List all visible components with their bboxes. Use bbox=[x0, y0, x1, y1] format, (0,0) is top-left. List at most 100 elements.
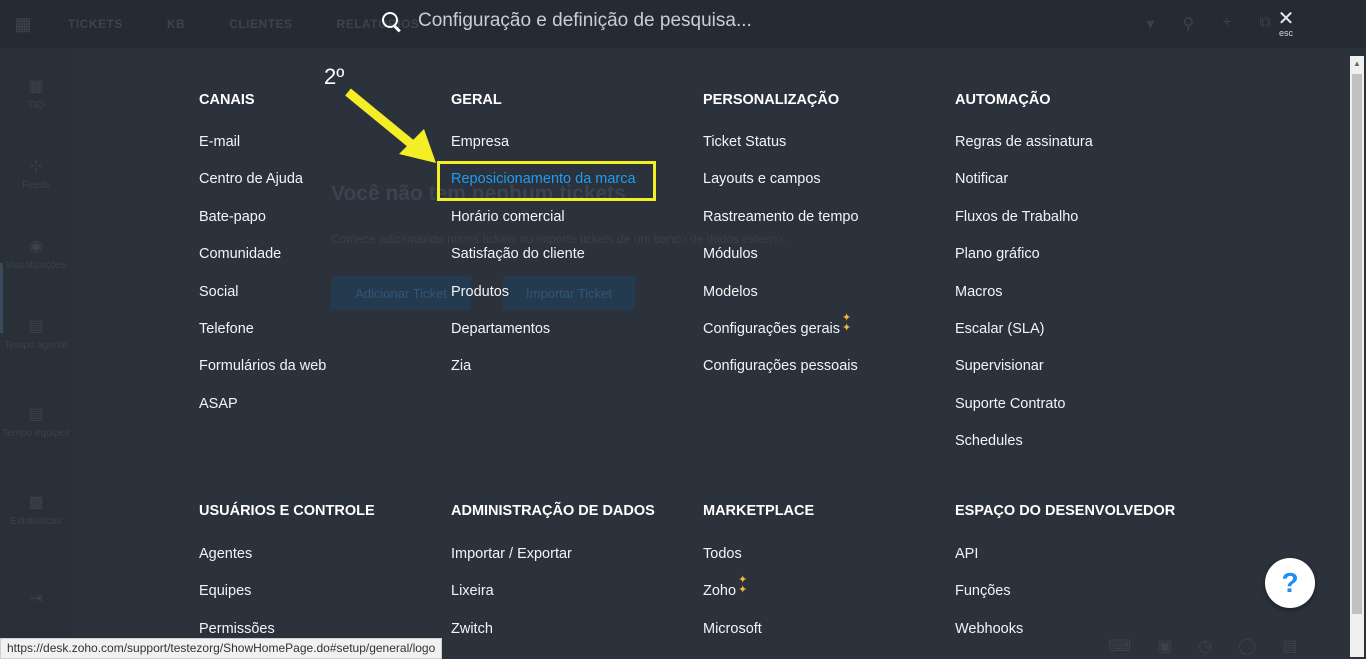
column-list: Ticket Status Layouts e campos Rastreame… bbox=[703, 132, 943, 394]
setup-link[interactable]: Telefone bbox=[199, 319, 439, 356]
clock-icon: ◷ bbox=[1198, 638, 1213, 655]
close-icon: ✕ bbox=[1277, 8, 1295, 30]
column-geral: GERAL Empresa Reposicionamento da marca … bbox=[451, 90, 691, 394]
setup-link[interactable]: Funções bbox=[955, 581, 1195, 618]
setup-link-label: Macros bbox=[955, 283, 1003, 300]
setup-link-label: Configurações pessoais bbox=[703, 358, 858, 375]
column-heading: PERSONALIZAÇÃO bbox=[703, 92, 840, 108]
setup-link-label: Formulários da web bbox=[199, 358, 327, 375]
setup-link[interactable]: Agentes bbox=[199, 544, 439, 581]
setup-link-label: Zwitch bbox=[451, 620, 493, 637]
window-icon: ▣ bbox=[1157, 638, 1173, 655]
view-icon: ◉ bbox=[29, 238, 43, 255]
setup-link-label: Departamentos bbox=[451, 320, 551, 337]
setup-link[interactable]: Departamentos bbox=[451, 319, 691, 356]
setup-link[interactable]: Layouts e campos bbox=[703, 169, 943, 206]
setup-link-label: Zia bbox=[451, 358, 472, 375]
overlay-scrollbar[interactable]: ▲ bbox=[1350, 56, 1364, 657]
nav-tickets: TICKETS bbox=[68, 17, 123, 31]
setup-link[interactable]: API bbox=[955, 544, 1195, 581]
rail-label: Feeds bbox=[22, 180, 50, 191]
setup-link-label: Produtos bbox=[451, 283, 510, 300]
setup-link[interactable]: Horário comercial bbox=[451, 207, 691, 244]
column-heading: ADMINISTRAÇÃO DE DADOS bbox=[451, 503, 655, 519]
rail-label: TIO bbox=[27, 100, 45, 111]
left-rail: ▦ TIO ⊹ Feeds ◉ Visualizações ▤ Tempo agente… bbox=[0, 48, 72, 657]
setup-link-label: Módulos bbox=[703, 246, 758, 263]
setup-link[interactable]: Plano gráfico bbox=[955, 244, 1195, 281]
sparkle-icon: ✦ ✦ bbox=[842, 311, 852, 334]
setup-link-label: Agentes bbox=[199, 546, 253, 562]
setup-link[interactable]: Bate-papo bbox=[199, 207, 439, 244]
external-icon: ⧉ bbox=[1259, 14, 1271, 31]
setup-link-label: Suporte Contrato bbox=[955, 395, 1066, 412]
column-canais: CANAIS E-mail Centro de Ajuda Bate-papo … bbox=[199, 90, 439, 431]
setup-link-label: Modelos bbox=[703, 283, 758, 300]
setup-link[interactable]: Produtos bbox=[451, 282, 691, 319]
setup-link[interactable]: Configurações gerais✦ ✦ bbox=[703, 312, 943, 356]
setup-search-input[interactable] bbox=[416, 9, 980, 33]
setup-link-label: Permissões bbox=[199, 620, 275, 637]
setup-link[interactable]: Microsoft bbox=[703, 619, 943, 656]
column-administracao-dados: ADMINISTRAÇÃO DE DADOS Importar / Export… bbox=[451, 501, 691, 656]
setup-link[interactable]: Comunidade bbox=[199, 244, 439, 281]
scroll-up-arrow-icon[interactable]: ▲ bbox=[1350, 56, 1364, 72]
column-heading: USUÁRIOS E CONTROLE bbox=[199, 503, 375, 519]
setup-link-label: E-mail bbox=[199, 134, 241, 150]
status-bar-url: https://desk.zoho.com/support/testezorg/… bbox=[0, 638, 443, 659]
setup-link-label: Plano gráfico bbox=[955, 246, 1040, 263]
help-button[interactable]: ? bbox=[1265, 558, 1315, 608]
setup-link[interactable]: Módulos bbox=[703, 244, 943, 281]
column-list: E-mail Centro de Ajuda Bate-papo Comunid… bbox=[199, 132, 439, 431]
setup-link[interactable]: Zia bbox=[451, 356, 691, 393]
setup-link[interactable]: Suporte Contrato bbox=[955, 394, 1195, 431]
setup-link[interactable]: Notificar bbox=[955, 169, 1195, 206]
setup-link[interactable]: Escalar (SLA) bbox=[955, 319, 1195, 356]
rail-item-feeds: ⊹ Feeds bbox=[0, 156, 72, 191]
rail-label: Visualizações bbox=[5, 260, 67, 271]
setup-link[interactable]: Macros bbox=[955, 282, 1195, 319]
setup-link[interactable]: Centro de Ajuda bbox=[199, 169, 439, 206]
grid-icon: ▦ bbox=[28, 78, 44, 95]
setup-link-label: Horário comercial bbox=[451, 208, 565, 225]
setup-link[interactable]: Configurações pessoais bbox=[703, 356, 943, 393]
column-espaco-desenvolvedor: ESPAÇO DO DESENVOLVEDOR API Funções Webh… bbox=[955, 501, 1195, 656]
setup-link[interactable]: E-mail bbox=[199, 132, 439, 169]
close-button[interactable]: ✕ esc bbox=[1272, 8, 1300, 38]
setup-link[interactable]: Equipes bbox=[199, 581, 439, 618]
column-heading: ESPAÇO DO DESENVOLVEDOR bbox=[955, 503, 1176, 519]
dropdown-icon: ▾ bbox=[1146, 16, 1155, 33]
setup-link-label: Fluxos de Trabalho bbox=[955, 208, 1079, 225]
setup-link[interactable]: Ticket Status bbox=[703, 132, 943, 169]
setup-link[interactable]: Schedules bbox=[955, 431, 1195, 468]
setup-link[interactable]: Zoho✦ ✦ bbox=[703, 575, 943, 618]
setup-link[interactable]: Lixeira bbox=[451, 581, 691, 618]
topbar-right-icons: ▾ ⚲ + ⧉ bbox=[1146, 14, 1271, 34]
column-list: Todos Zoho✦ ✦ Microsoft bbox=[703, 544, 943, 656]
setup-link-label: Supervisionar bbox=[955, 358, 1044, 375]
setup-link[interactable]: Regras de assinatura bbox=[955, 132, 1195, 169]
setup-link[interactable]: Modelos bbox=[703, 282, 943, 319]
column-personalizacao: PERSONALIZAÇÃO Ticket Status Layouts e c… bbox=[703, 90, 943, 394]
setup-link[interactable]: Formulários da web bbox=[199, 356, 439, 393]
setup-link-label: Funções bbox=[955, 583, 1011, 600]
rail-label: Estatísticas bbox=[10, 516, 62, 527]
setup-link[interactable]: Importar / Exportar bbox=[451, 544, 691, 581]
setup-link[interactable]: ASAP bbox=[199, 394, 439, 431]
setup-link-label: Telefone bbox=[199, 320, 254, 337]
setup-link[interactable]: Supervisionar bbox=[955, 356, 1195, 393]
setup-link-label: Schedules bbox=[955, 433, 1023, 450]
setup-link-label: Lixeira bbox=[451, 583, 494, 600]
setup-link-label: Configurações gerais bbox=[703, 320, 841, 337]
column-list: Regras de assinatura Notificar Fluxos de… bbox=[955, 132, 1195, 469]
setup-link[interactable]: Satisfação do cliente bbox=[451, 244, 691, 281]
setup-link[interactable]: Fluxos de Trabalho bbox=[955, 207, 1195, 244]
setup-link-label: Microsoft bbox=[703, 620, 762, 637]
setup-link[interactable]: Rastreamento de tempo bbox=[703, 207, 943, 244]
setup-link[interactable]: Zwitch bbox=[451, 619, 691, 656]
scroll-thumb[interactable] bbox=[1352, 74, 1362, 614]
column-heading: MARKETPLACE bbox=[703, 503, 815, 519]
setup-link-label: Satisfação do cliente bbox=[451, 246, 585, 263]
setup-link-label: Rastreamento de tempo bbox=[703, 208, 859, 225]
setup-link[interactable]: Social bbox=[199, 282, 439, 319]
